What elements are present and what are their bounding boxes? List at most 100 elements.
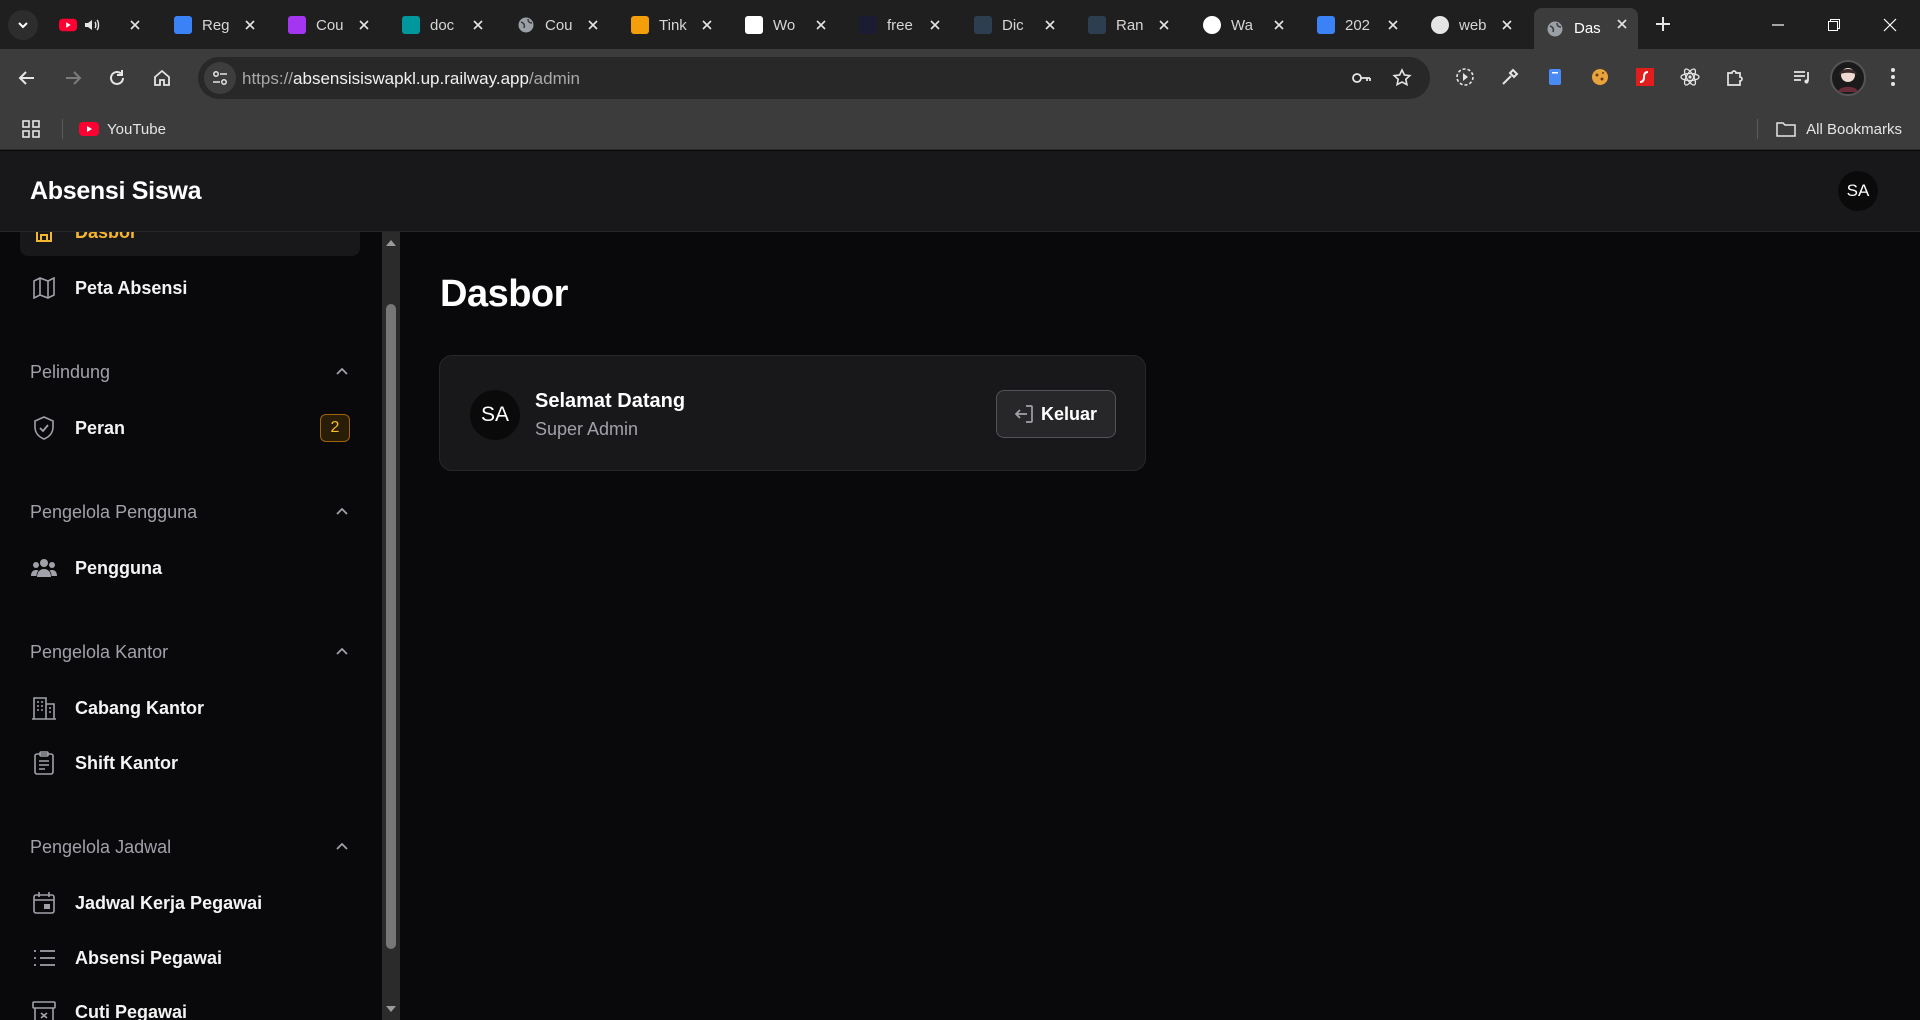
user-avatar[interactable]: SA xyxy=(1838,171,1878,211)
close-tab-icon[interactable] xyxy=(242,17,258,33)
sidebar-item-cuti-pegawai[interactable]: Cuti Pegawai xyxy=(20,988,360,1020)
scrollbar-thumb[interactable] xyxy=(386,304,396,949)
browser-tab[interactable]: Das xyxy=(1534,8,1638,49)
close-tab-icon[interactable] xyxy=(356,17,372,33)
minimize-button[interactable] xyxy=(1750,0,1806,49)
browser-tab[interactable]: web xyxy=(1419,9,1523,41)
bookmark-youtube[interactable]: YouTube xyxy=(79,117,166,141)
sidebar-group-pengelola-jadwal[interactable]: Pengelola Jadwal xyxy=(30,833,350,861)
browser-tab[interactable]: doc xyxy=(390,9,494,41)
sidebar-item-cabang-kantor[interactable]: Cabang Kantor xyxy=(20,684,360,732)
close-tab-icon[interactable] xyxy=(1385,17,1401,33)
close-window-button[interactable] xyxy=(1862,0,1918,49)
register-icon xyxy=(174,16,192,34)
extension-cookie-button[interactable] xyxy=(1589,66,1611,88)
url-text[interactable]: https://absensisiswapkl.up.railway.app/a… xyxy=(242,69,580,89)
media-controls-button[interactable] xyxy=(1791,66,1813,88)
close-tab-icon[interactable] xyxy=(1614,16,1630,32)
restore-button[interactable] xyxy=(1806,0,1862,49)
sidebar-item-label: Peran xyxy=(75,417,126,438)
browser-tab[interactable]: Tink xyxy=(619,9,723,41)
site-info-button[interactable] xyxy=(204,62,236,94)
minimize-icon xyxy=(1772,23,1784,26)
bookmark-star-button[interactable] xyxy=(1391,67,1413,89)
page-title: Dasbor xyxy=(440,273,568,315)
sidebar-item-peta-absensi[interactable]: Peta Absensi xyxy=(20,264,360,312)
browser-tab[interactable]: 202 xyxy=(1305,9,1409,41)
sidebar-item-dasbor[interactable]: Dasbor xyxy=(20,232,360,256)
speaker-icon[interactable] xyxy=(83,16,101,34)
close-tab-icon[interactable] xyxy=(470,17,486,33)
welcome-role: Super Admin xyxy=(535,419,639,439)
new-tab-button[interactable] xyxy=(1651,12,1675,36)
close-tab-icon[interactable] xyxy=(1271,17,1287,33)
extension-docs-button[interactable] xyxy=(1544,66,1566,88)
sidebar-item-pengguna[interactable]: Pengguna xyxy=(20,544,360,592)
logout-button[interactable]: Keluar xyxy=(996,390,1116,438)
puzzle-icon xyxy=(1727,70,1743,86)
sidebar-item-jadwal-kerja-pegawai[interactable]: Jadwal Kerja Pegawai xyxy=(20,879,360,927)
bookmarks-divider xyxy=(62,119,63,139)
close-tab-icon[interactable] xyxy=(813,17,829,33)
extension-media-button[interactable] xyxy=(1454,66,1476,88)
browser-tab[interactable] xyxy=(47,9,151,41)
home-icon xyxy=(154,69,170,86)
address-bar[interactable]: https://absensisiswapkl.up.railway.app/a… xyxy=(198,57,1430,99)
sidebar-item-shift-kantor[interactable]: Shift Kantor xyxy=(20,739,360,787)
sidebar-group-pengelola-pengguna[interactable]: Pengelola Pengguna xyxy=(30,498,350,526)
sidebar-group-pengelola-kantor[interactable]: Pengelola Kantor xyxy=(30,638,350,666)
all-bookmarks-label: All Bookmarks xyxy=(1806,120,1902,138)
browser-tab[interactable]: Cou xyxy=(505,9,609,41)
sidebar-item-absensi-pegawai[interactable]: Absensi Pegawai xyxy=(20,934,360,982)
all-bookmarks-button[interactable]: All Bookmarks xyxy=(1776,117,1902,141)
sidebar-group-label: Pengelola Pengguna xyxy=(30,501,198,522)
bookmarks-divider xyxy=(1757,119,1758,139)
restore-icon xyxy=(1828,18,1840,31)
close-tab-icon[interactable] xyxy=(699,17,715,33)
clipboard-icon xyxy=(30,749,58,777)
browser-tab[interactable]: Wa xyxy=(1191,9,1295,41)
back-button[interactable] xyxy=(14,65,40,91)
chevron-up-icon xyxy=(336,507,348,515)
tab-title: doc xyxy=(430,16,455,34)
sidebar-group-pelindung[interactable]: Pelindung xyxy=(30,358,350,386)
close-tab-icon[interactable] xyxy=(1499,17,1515,33)
close-tab-icon[interactable] xyxy=(585,17,601,33)
scroll-down-arrow-icon[interactable] xyxy=(382,1001,400,1017)
scroll-up-arrow-icon[interactable] xyxy=(382,235,400,251)
tab-title: Reg xyxy=(202,16,230,34)
sidebar-group-label: Pengelola Jadwal xyxy=(30,836,172,857)
browser-tab[interactable]: free xyxy=(847,9,951,41)
sidebar-item-peran[interactable]: Peran 2 xyxy=(20,404,360,452)
browser-tab[interactable]: Reg xyxy=(162,9,266,41)
close-tab-icon[interactable] xyxy=(927,17,943,33)
udemy-icon xyxy=(288,16,306,34)
close-tab-icon[interactable] xyxy=(1156,17,1172,33)
tab-search-button[interactable] xyxy=(8,10,38,40)
browser-tab[interactable]: Dic xyxy=(962,9,1066,41)
sidebar-scrollbar[interactable] xyxy=(382,232,400,1020)
web-icon xyxy=(1431,16,1449,34)
reload-button[interactable] xyxy=(104,65,130,91)
tab-title: 202 xyxy=(1345,16,1371,34)
browser-tab[interactable]: Wo xyxy=(733,9,837,41)
home-button[interactable] xyxy=(149,65,175,91)
browser-tab[interactable]: Cou xyxy=(276,9,380,41)
tinkercad-icon xyxy=(631,16,649,34)
app-brand[interactable]: Absensi Siswa xyxy=(30,177,201,206)
browser-tab[interactable]: Ran xyxy=(1076,9,1180,41)
extension-flash-button[interactable] xyxy=(1634,66,1656,88)
close-tab-icon[interactable] xyxy=(127,17,143,33)
extension-eyedropper-button[interactable] xyxy=(1499,66,1521,88)
extensions-menu-button[interactable] xyxy=(1724,66,1746,88)
profile-avatar[interactable] xyxy=(1830,60,1866,96)
wordpress-icon xyxy=(745,16,763,34)
extension-react-button[interactable] xyxy=(1679,66,1701,88)
apps-button[interactable] xyxy=(21,119,41,139)
browser-menu-button[interactable] xyxy=(1882,66,1904,88)
freecodecamp-icon xyxy=(859,16,877,34)
password-key-button[interactable] xyxy=(1350,67,1372,89)
close-tab-icon[interactable] xyxy=(1042,17,1058,33)
tab-title: web xyxy=(1459,16,1487,34)
forward-button[interactable] xyxy=(60,65,86,91)
